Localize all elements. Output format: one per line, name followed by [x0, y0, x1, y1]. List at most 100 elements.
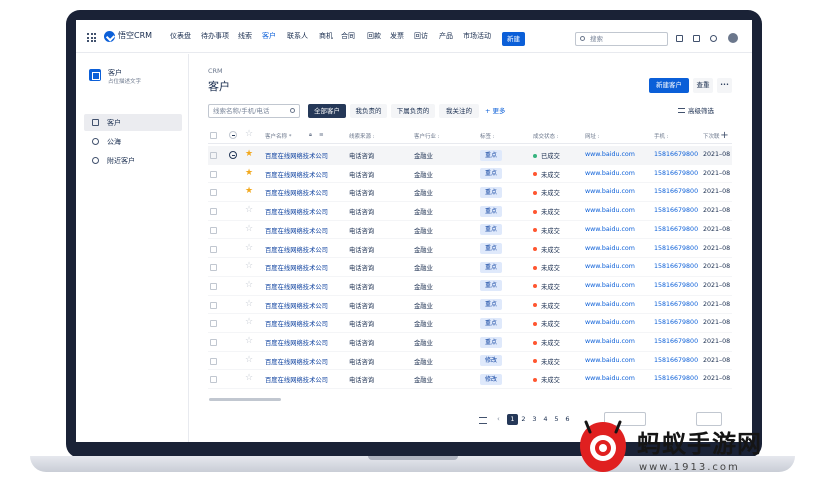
nav-item[interactable]: 线索 — [238, 31, 252, 41]
col-phone[interactable]: 手机 : — [654, 132, 669, 140]
lock-icon[interactable]: 🔒︎ — [309, 132, 312, 139]
row-checkbox[interactable] — [210, 376, 217, 384]
website-link[interactable]: www.baidu.com — [585, 263, 635, 270]
table-row[interactable]: ☆ 百度在线网络技术公司 电话咨询 金融业 修改 未成交 www.baidu.com 1581… — [208, 352, 732, 371]
star-icon[interactable]: ★ — [245, 186, 253, 197]
page-number[interactable]: 3 — [529, 414, 540, 425]
breadcrumb[interactable]: CRM — [208, 67, 223, 75]
table-row[interactable]: ☆ 百度在线网络技术公司 电话咨询 金融业 重点 未成交 www.baidu.com 1581… — [208, 277, 732, 296]
table-row[interactable]: ☆ 百度在线网络技术公司 电话咨询 金融业 重点 未成交 www.baidu.com 1581… — [208, 221, 732, 240]
filter-chip[interactable]: 我负责的 — [350, 104, 387, 118]
phone-link[interactable]: 15816679800 — [654, 263, 698, 270]
phone-link[interactable]: 15816679800 — [654, 357, 698, 364]
table-row[interactable]: ☆ 百度在线网络技术公司 电话咨询 金融业 重点 未成交 www.baidu.com 1581… — [208, 296, 732, 315]
phone-link[interactable]: 15816679800 — [654, 375, 698, 382]
more-filters-button[interactable]: + 更多 — [485, 104, 506, 118]
phone-link[interactable]: 15816679800 — [654, 282, 698, 289]
star-icon[interactable]: ☆ — [245, 243, 253, 254]
new-customer-button[interactable]: 新建客户 — [649, 78, 689, 93]
table-row[interactable]: ☆ 百度在线网络技术公司 电话咨询 金融业 重点 未成交 www.baidu.com 1581… — [208, 202, 732, 221]
advanced-filter-button[interactable]: 高级筛选 — [678, 104, 714, 118]
table-row[interactable]: ★ 百度在线网络技术公司 电话咨询 金融业 重点 未成交 www.baidu.com 1581… — [208, 183, 732, 203]
pin-icon[interactable] — [676, 35, 683, 42]
row-checkbox[interactable] — [210, 152, 217, 159]
website-link[interactable]: www.baidu.com — [585, 338, 635, 345]
collapse-icon[interactable] — [229, 151, 237, 159]
customer-name-link[interactable]: 百度在线网络技术公司 — [265, 170, 328, 179]
phone-link[interactable]: 15816679800 — [654, 170, 698, 177]
check-duplicate-button[interactable]: 查重 — [693, 78, 713, 93]
website-link[interactable]: www.baidu.com — [585, 319, 635, 326]
customer-name-link[interactable]: 百度在线网络技术公司 — [265, 375, 328, 384]
row-checkbox[interactable] — [210, 245, 217, 253]
table-row[interactable]: ★ 百度在线网络技术公司 电话咨询 金融业 重点 已成交 www.baidu.com 1581… — [208, 146, 732, 165]
nav-item[interactable]: 合同 — [341, 31, 355, 41]
star-icon[interactable]: ☆ — [245, 224, 253, 235]
row-checkbox[interactable] — [210, 357, 217, 365]
table-row[interactable]: ☆ 百度在线网络技术公司 电话咨询 金融业 重点 未成交 www.baidu.com 1581… — [208, 258, 732, 277]
row-checkbox[interactable] — [210, 208, 217, 216]
phone-link[interactable]: 15816679800 — [654, 245, 698, 252]
nav-item[interactable]: 回访 — [414, 31, 428, 41]
phone-link[interactable]: 15816679800 — [654, 226, 698, 233]
more-button[interactable]: ••• — [717, 78, 732, 93]
website-link[interactable]: www.baidu.com — [585, 301, 635, 308]
col-name[interactable]: 客户名称 * — [265, 132, 292, 140]
website-link[interactable]: www.baidu.com — [585, 282, 635, 289]
table-row[interactable]: ☆ 百度在线网络技术公司 电话咨询 金融业 重点 未成交 www.baidu.com 1581… — [208, 333, 732, 352]
page-number[interactable]: 2 — [518, 414, 529, 425]
sidebar-item[interactable]: 公海 — [84, 133, 182, 150]
col-next-contact[interactable]: 下次联 — [703, 132, 720, 140]
page-number[interactable]: 1 — [507, 414, 518, 425]
customer-name-link[interactable]: 百度在线网络技术公司 — [265, 207, 328, 216]
app-grid-icon[interactable] — [87, 33, 96, 42]
page-number[interactable]: 6 — [562, 414, 573, 425]
avatar[interactable] — [728, 33, 738, 43]
website-link[interactable]: www.baidu.com — [585, 151, 635, 158]
sidebar-item[interactable]: 附近客户 — [84, 152, 182, 169]
col-industry[interactable]: 客户行业 : — [414, 132, 440, 140]
table-row[interactable]: ☆ 百度在线网络技术公司 电话咨询 金融业 重点 未成交 www.baidu.com 1581… — [208, 314, 732, 333]
nav-item[interactable]: 回款 — [367, 31, 381, 41]
website-link[interactable]: www.baidu.com — [585, 245, 635, 252]
nav-item[interactable]: 发票 — [390, 31, 404, 41]
website-link[interactable]: www.baidu.com — [585, 188, 635, 195]
customer-search-input[interactable]: 线索名称/手机/电话 — [208, 104, 300, 118]
global-search-input[interactable]: 搜索 — [575, 32, 668, 46]
star-icon[interactable]: ☆ — [245, 205, 253, 216]
filter-chip[interactable]: 全部客户 — [308, 104, 346, 118]
star-icon[interactable]: ☆ — [245, 317, 253, 328]
star-icon[interactable]: ☆ — [245, 299, 253, 310]
col-deal-status[interactable]: 成交状态 : — [533, 132, 559, 140]
col-source[interactable]: 线索来源 : — [349, 132, 375, 140]
row-checkbox[interactable] — [210, 339, 217, 346]
customer-name-link[interactable]: 百度在线网络技术公司 — [265, 357, 328, 366]
customer-name-link[interactable]: 百度在线网络技术公司 — [265, 226, 328, 235]
website-link[interactable]: www.baidu.com — [585, 170, 635, 177]
notification-icon[interactable] — [693, 35, 700, 42]
star-icon[interactable]: ★ — [245, 168, 253, 179]
page-number[interactable]: 5 — [551, 414, 562, 425]
customer-name-link[interactable]: 百度在线网络技术公司 — [265, 151, 328, 160]
nav-item[interactable]: 产品 — [439, 31, 453, 41]
phone-link[interactable]: 15816679800 — [654, 301, 698, 308]
column-filter-icon[interactable]: ≡ — [319, 132, 324, 138]
add-column-icon[interactable]: + — [719, 131, 730, 142]
filter-chip[interactable]: 下属负责的 — [391, 104, 435, 118]
phone-link[interactable]: 15816679800 — [654, 319, 698, 326]
website-link[interactable]: www.baidu.com — [585, 357, 635, 364]
star-icon[interactable]: ☆ — [245, 280, 253, 291]
nav-item[interactable]: 市场活动 — [463, 31, 491, 41]
phone-link[interactable]: 15816679800 — [654, 338, 698, 345]
row-checkbox[interactable] — [210, 320, 217, 328]
nav-item[interactable]: 客户 — [262, 31, 276, 41]
star-icon[interactable]: ☆ — [245, 373, 253, 384]
customer-name-link[interactable]: 百度在线网络技术公司 — [265, 188, 328, 197]
table-row[interactable]: ☆ 百度在线网络技术公司 电话咨询 金融业 重点 未成交 www.baidu.com 1581… — [208, 240, 732, 259]
filter-chip[interactable]: 我关注的 — [439, 104, 479, 118]
table-row[interactable]: ☆ 百度在线网络技术公司 电话咨询 金融业 修改 未成交 www.baidu.com 1581… — [208, 370, 732, 390]
row-checkbox[interactable] — [210, 170, 217, 178]
nav-item[interactable]: 商机 — [319, 31, 333, 41]
customer-name-link[interactable]: 百度在线网络技术公司 — [265, 301, 328, 310]
page-size-icon[interactable] — [479, 417, 487, 424]
